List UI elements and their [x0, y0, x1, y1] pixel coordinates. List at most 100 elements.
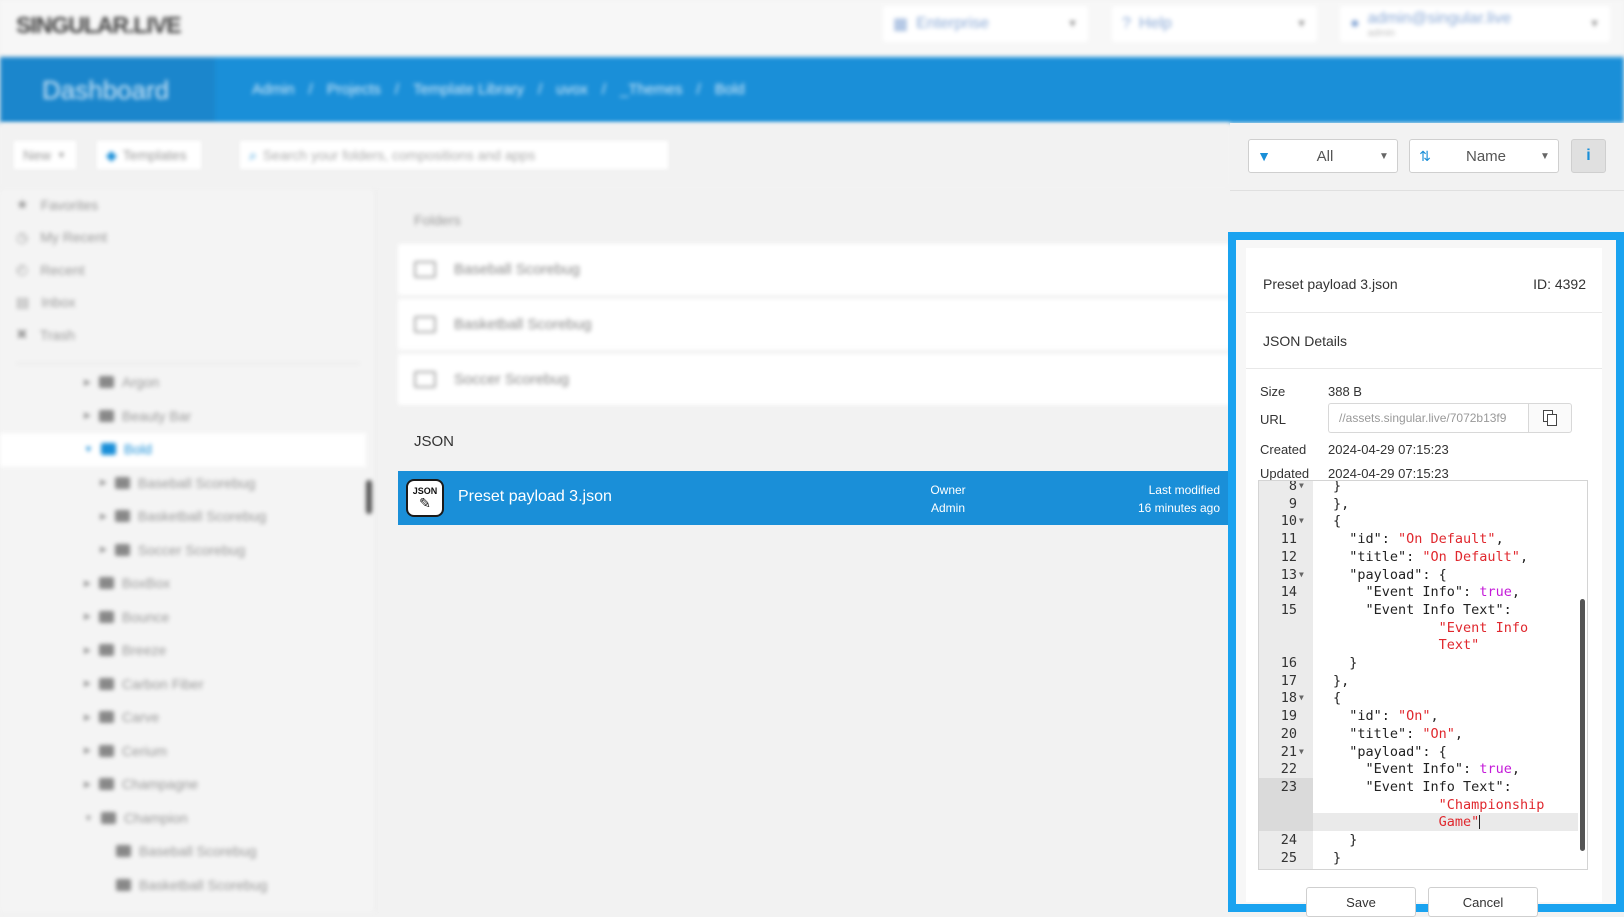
folder-icon — [98, 610, 114, 623]
tree-item[interactable]: ▶ Breeze — [84, 642, 166, 658]
code-text: } — [1333, 849, 1341, 867]
code-text: } — [1333, 654, 1357, 672]
code-line: 20 "title": "On", — [1259, 725, 1587, 743]
copy-icon — [1543, 410, 1557, 426]
star-icon: ★ — [16, 196, 29, 212]
fold-toggle-icon[interactable]: ▼ — [1299, 481, 1304, 495]
line-number: 21 — [1280, 743, 1297, 760]
tree-item[interactable]: ▶ Carve — [84, 709, 159, 725]
tree-item[interactable]: ▶ BoxBox — [84, 575, 170, 591]
code-text: { — [1333, 689, 1341, 707]
folder-row[interactable]: Baseball Scorebug — [398, 244, 1230, 296]
folder-icon — [414, 261, 436, 278]
folder-icon — [116, 845, 131, 857]
new-button[interactable]: New ▼ — [12, 139, 78, 171]
chevron-right-icon[interactable]: ▶ — [100, 511, 107, 522]
filter-select[interactable]: ▼ All ▼ — [1248, 139, 1398, 173]
sidebar-item-inbox[interactable]: ▤ Inbox — [16, 294, 75, 311]
fold-toggle-icon[interactable]: ▼ — [1299, 689, 1304, 707]
info-button[interactable]: i — [1571, 139, 1606, 173]
templates-button[interactable]: ◆ Templates — [95, 139, 203, 171]
tree-item[interactable]: Baseball Scorebug — [116, 843, 257, 859]
user-menu[interactable]: ● admin@singular.live admin ▼ — [1340, 6, 1610, 42]
singular-logo[interactable]: SINGULAR.LIVE — [16, 12, 182, 39]
chevron-down-icon[interactable]: ▼ — [84, 444, 93, 454]
sidebar-item-my-recent[interactable]: ◷ My Recent — [16, 229, 107, 246]
sidebar-scrollbar[interactable] — [366, 480, 372, 514]
json-code-editor[interactable]: 8 ▼} 9}, 10 ▼{11 "id": "On Default", 12 "titl… — [1258, 480, 1588, 870]
save-button[interactable]: Save — [1306, 887, 1416, 917]
tree-item[interactable]: ▶ Soccer Scorebug — [100, 542, 245, 558]
folder-row[interactable]: Basketball Scorebug — [398, 299, 1230, 351]
breadcrumb-item[interactable]: Bold — [715, 81, 745, 98]
tree-item-label: Cerium — [121, 742, 168, 759]
breadcrumb-item[interactable]: Projects — [327, 81, 381, 98]
fold-toggle-icon[interactable]: ▼ — [1299, 566, 1304, 584]
chevron-right-icon[interactable]: ▶ — [84, 779, 91, 790]
tree-item[interactable]: ▶ Beauty Bar — [84, 408, 191, 424]
code-token: "payload": { — [1333, 566, 1447, 583]
tree-item[interactable]: ▶ Cerium — [84, 743, 167, 759]
code-token: "Event Info": — [1333, 761, 1480, 778]
breadcrumb-item[interactable]: _Themes — [620, 81, 683, 98]
chevron-down-icon[interactable]: ▼ — [84, 813, 93, 823]
code-token: "On" — [1398, 708, 1431, 725]
sort-select[interactable]: ⇅ Name ▼ — [1409, 139, 1559, 173]
chevron-right-icon[interactable]: ▶ — [84, 745, 91, 756]
chevron-right-icon[interactable]: ▶ — [84, 645, 91, 656]
tree-item[interactable]: ▶ Argon — [84, 374, 159, 390]
tree-item[interactable]: ▶ Bounce — [84, 609, 169, 625]
tree-item[interactable]: Basketball Scorebug — [116, 877, 267, 893]
code-text: "title": "On", — [1333, 725, 1463, 743]
code-line: "Championship — [1259, 796, 1587, 814]
sidebar-item-trash[interactable]: ✖ Trash — [16, 326, 75, 343]
code-line: "Event Info — [1259, 619, 1587, 637]
tree-item[interactable]: ▼ Bold — [84, 441, 152, 457]
chevron-right-icon[interactable]: ▶ — [84, 611, 91, 622]
dashboard-link[interactable]: Dashboard — [0, 57, 215, 123]
code-line: 17}, — [1259, 672, 1587, 690]
folder-icon — [98, 376, 114, 388]
chevron-right-icon[interactable]: ▶ — [100, 477, 107, 488]
url-field[interactable]: //assets.singular.live/7072b13f9 — [1328, 403, 1528, 433]
sidebar-item-recent[interactable]: ◴ Recent — [16, 261, 85, 278]
chevron-right-icon[interactable]: ▶ — [84, 578, 91, 589]
tree-item[interactable]: ▶ Baseball Scorebug — [100, 475, 255, 491]
folder-icon — [98, 778, 114, 790]
fold-toggle-icon[interactable]: ▼ — [1299, 512, 1304, 530]
folder-name: Basketball Scorebug — [454, 316, 592, 333]
json-file-owner: Owner Admin — [918, 481, 978, 517]
code-line: 25} — [1259, 849, 1587, 867]
chevron-right-icon[interactable]: ▶ — [84, 712, 91, 723]
json-file-row[interactable]: JSON ✎ Preset payload 3.json Owner Admin… — [398, 471, 1230, 525]
chevron-right-icon[interactable]: ▶ — [84, 410, 91, 421]
copy-url-button[interactable] — [1528, 403, 1572, 433]
folder-icon — [98, 409, 114, 422]
code-token: , — [1511, 761, 1520, 778]
breadcrumb-item[interactable]: Admin — [252, 81, 295, 98]
search-input[interactable]: ⌕ Search your folders, compositions and … — [238, 139, 670, 171]
chevron-right-icon[interactable]: ▶ — [100, 544, 107, 555]
tree-item[interactable]: ▼ Champion — [84, 810, 188, 826]
line-number: 9 — [1288, 495, 1297, 512]
tree-item[interactable]: ▶ Champagne — [84, 776, 198, 792]
sidebar-item-favorites[interactable]: ★ Favorites — [16, 196, 98, 213]
tree-item[interactable]: ▶ Carbon Fiber — [84, 676, 204, 692]
breadcrumb-item[interactable]: uvox — [556, 81, 588, 98]
code-token: , — [1454, 725, 1464, 742]
help-menu[interactable]: ? Help ▼ — [1112, 6, 1317, 42]
chevron-right-icon[interactable]: ▶ — [84, 377, 91, 388]
breadcrumb-item[interactable]: Template Library — [413, 81, 524, 98]
code-text: "Event Info": true, — [1333, 583, 1520, 601]
org-selector[interactable]: ▦ Enterprise ▼ — [883, 6, 1088, 42]
main-toolbar: New ▼ ◆ Templates ⌕ Search your folders,… — [0, 123, 1230, 189]
text-cursor — [1479, 815, 1481, 830]
folders-label: Folders — [414, 212, 461, 228]
tree-item[interactable]: ▶ Basketball Scorebug — [100, 508, 266, 524]
line-number: 15 — [1280, 601, 1297, 618]
cancel-button[interactable]: Cancel — [1428, 887, 1538, 917]
folder-row[interactable]: Soccer Scorebug — [398, 354, 1230, 406]
fold-toggle-icon[interactable]: ▼ — [1299, 743, 1304, 761]
editor-scrollbar[interactable] — [1580, 599, 1585, 851]
chevron-right-icon[interactable]: ▶ — [84, 678, 91, 689]
